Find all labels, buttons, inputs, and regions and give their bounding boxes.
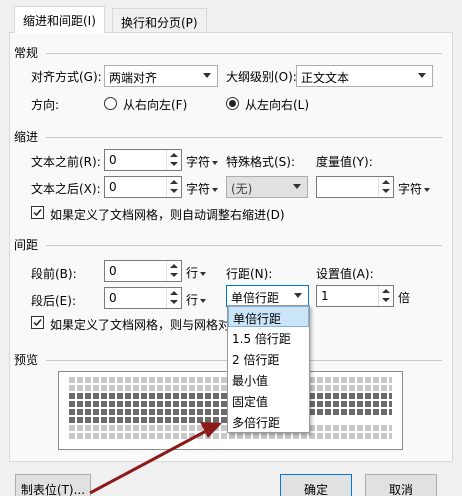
annotation-arrow-icon	[89, 422, 222, 495]
